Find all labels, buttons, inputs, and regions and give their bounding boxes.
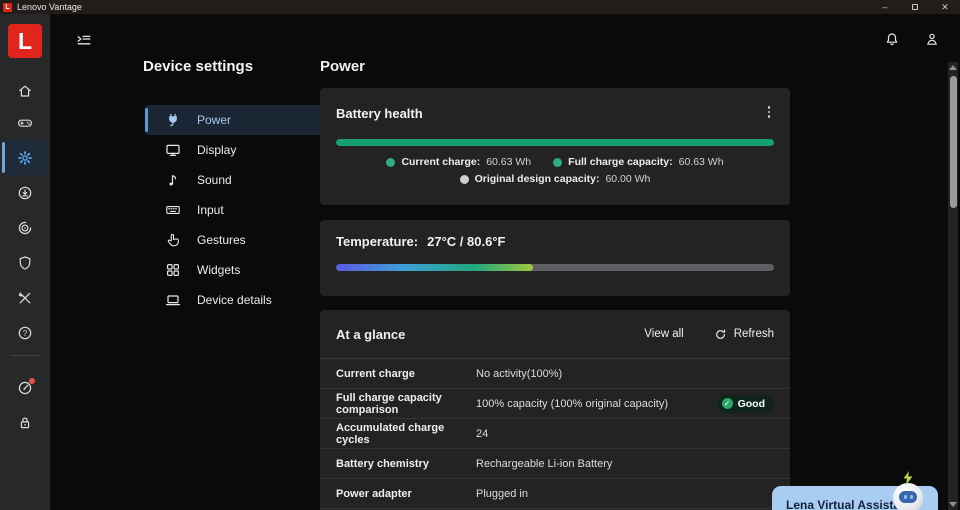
temperature-bar-fill xyxy=(336,264,533,271)
widgets-grid-icon xyxy=(165,262,181,278)
battery-health-bar xyxy=(336,139,774,146)
minimize-button[interactable]: – xyxy=(870,0,900,14)
app-title: Lenovo Vantage xyxy=(17,2,82,12)
lenovo-logo: L xyxy=(8,24,42,58)
updates-download-icon[interactable] xyxy=(17,185,33,201)
power-plug-icon xyxy=(165,112,181,128)
account-user-icon[interactable] xyxy=(924,31,940,48)
battery-health-bar-fill xyxy=(336,139,774,146)
temperature-card: Temperature: 27°C / 80.6°F xyxy=(320,220,790,296)
sound-note-icon xyxy=(165,172,181,188)
page-title: Power xyxy=(320,58,365,75)
glance-row-full-charge-capacity-comparison: Full charge capacity comparison 100% cap… xyxy=(320,389,790,419)
rail-divider xyxy=(10,355,40,356)
legend-current-charge: Current charge: 60.63 Wh xyxy=(386,156,531,168)
status-badge-good: ✓ Good xyxy=(717,395,774,413)
svg-text:?: ? xyxy=(23,329,28,338)
nav-item-label: Input xyxy=(197,203,224,217)
scroll-up-arrow-icon[interactable] xyxy=(949,65,957,70)
temperature-label: Temperature: xyxy=(336,234,418,249)
nav-item-power[interactable]: Power xyxy=(145,105,323,135)
restore-icon xyxy=(912,4,918,10)
green-dot-icon xyxy=(553,158,562,167)
close-button[interactable]: ✕ xyxy=(930,0,960,14)
view-all-link[interactable]: View all xyxy=(644,328,683,340)
legend-full-charge-capacity: Full charge capacity: 60.63 Wh xyxy=(553,156,723,168)
kebab-menu-icon[interactable] xyxy=(762,104,776,120)
legend-original-design-capacity: Original design capacity: 60.00 Wh xyxy=(460,173,651,185)
device-settings-menu: Power Display Sound Input xyxy=(145,105,323,315)
nav-item-display[interactable]: Display xyxy=(145,135,323,165)
at-a-glance-card: At a glance View all Refresh Current cha… xyxy=(320,310,790,510)
notifications-bell-icon[interactable] xyxy=(884,31,900,48)
nav-item-label: Display xyxy=(197,143,236,157)
display-monitor-icon xyxy=(165,142,181,158)
hardware-tools-icon[interactable] xyxy=(17,290,33,306)
refresh-label: Refresh xyxy=(734,328,774,340)
maximize-button[interactable] xyxy=(900,0,930,14)
lightning-bolt-icon xyxy=(902,471,914,486)
nav-item-widgets[interactable]: Widgets xyxy=(145,255,323,285)
green-dot-icon xyxy=(386,158,395,167)
gray-dot-icon xyxy=(460,175,469,184)
temperature-bar xyxy=(336,264,774,271)
privacy-lock-icon[interactable] xyxy=(17,415,33,431)
settings-gear-icon[interactable] xyxy=(17,150,33,166)
nav-item-label: Sound xyxy=(197,173,232,187)
scrollbar-thumb[interactable] xyxy=(950,76,957,208)
glance-row-current-charge: Current charge No activity(100%) xyxy=(320,359,790,389)
home-icon[interactable] xyxy=(17,83,33,99)
glance-row-accumulated-charge-cycles: Accumulated charge cycles 24 xyxy=(320,419,790,449)
help-question-icon[interactable]: ? xyxy=(17,325,33,341)
battery-health-card: Battery health Current charge: 60.63 Wh … xyxy=(320,88,790,205)
device-coil-icon[interactable] xyxy=(17,220,33,236)
lenovo-vantage-window: L Lenovo Vantage – ✕ L xyxy=(0,0,960,510)
content-area: Device settings Power Display Sound xyxy=(50,14,960,510)
glance-row-battery-chemistry: Battery chemistry Rechargeable Li-ion Ba… xyxy=(320,449,790,479)
nav-item-device-details[interactable]: Device details xyxy=(145,285,323,315)
battery-card-title: Battery health xyxy=(336,106,423,121)
left-rail: L ? xyxy=(0,14,50,510)
security-shield-icon[interactable] xyxy=(17,255,33,271)
glance-row-power-adapter: Power adapter Plugged in xyxy=(320,479,790,509)
check-circle-icon: ✓ xyxy=(722,398,733,409)
temperature-value: 27°C / 80.6°F xyxy=(427,234,505,249)
nav-item-label: Power xyxy=(197,113,231,127)
refresh-button[interactable]: Refresh xyxy=(714,328,774,341)
robot-avatar-icon[interactable] xyxy=(893,483,923,510)
titlebar: L Lenovo Vantage – ✕ xyxy=(0,0,960,14)
games-icon[interactable] xyxy=(17,115,33,131)
notification-dot xyxy=(29,378,35,384)
nav-item-label: Gestures xyxy=(197,233,246,247)
scrollbar[interactable] xyxy=(948,62,958,510)
nav-item-label: Device details xyxy=(197,293,272,307)
collapse-menu-icon[interactable] xyxy=(76,32,92,48)
input-keyboard-icon xyxy=(165,202,181,218)
device-laptop-icon xyxy=(165,292,181,308)
app-logo-icon: L xyxy=(3,3,12,12)
glance-title: At a glance xyxy=(336,327,405,342)
gestures-hand-icon xyxy=(165,232,181,248)
refresh-icon xyxy=(714,328,727,341)
nav-item-input[interactable]: Input xyxy=(145,195,323,225)
nav-title: Device settings xyxy=(143,58,253,75)
scroll-down-arrow-icon[interactable] xyxy=(949,502,957,507)
nav-item-sound[interactable]: Sound xyxy=(145,165,323,195)
nav-item-gestures[interactable]: Gestures xyxy=(145,225,323,255)
nav-item-label: Widgets xyxy=(197,263,240,277)
rail-active-accent xyxy=(2,142,5,173)
